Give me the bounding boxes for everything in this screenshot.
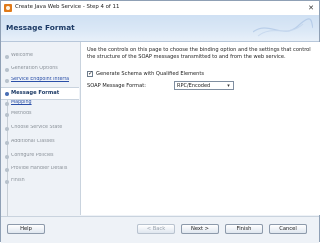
step-dot-icon (5, 102, 9, 106)
schema-checkbox[interactable]: ✓ (87, 69, 94, 77)
message-format-value: RPC/Encoded (177, 83, 211, 89)
message-format-label: SOAP Message Format: (87, 83, 146, 89)
nav-step-label: Additional Classes (11, 139, 55, 144)
title-bar: Create Java Web Service - Step 4 of 11 ✕ (1, 1, 319, 16)
nav-step-item: Methods (1, 110, 79, 120)
header-swirl-graphic (253, 18, 313, 37)
nav-step-label[interactable]: Service Endpoint Interfa (11, 77, 78, 82)
nav-step-item: Choose Service State (1, 124, 79, 134)
step-dot-icon (5, 55, 9, 59)
window-title: Create Java Web Service - Step 4 of 11 (15, 4, 120, 10)
step-dot-icon (5, 180, 9, 184)
step-dot-icon (5, 155, 9, 159)
button-bar: Help < Back Next > Finish Cancel (1, 216, 319, 243)
nav-step-item: Finish (1, 177, 79, 187)
cancel-button[interactable]: Cancel (269, 224, 307, 234)
step-dot-icon (5, 141, 9, 145)
nav-step-label: Finish (11, 178, 25, 183)
step-dot-icon (5, 113, 9, 117)
nav-step-label[interactable]: Mapping (11, 100, 78, 105)
nav-step-label: Provide Handler Details (11, 166, 68, 171)
nav-step-label[interactable]: Message Format (11, 90, 78, 96)
nav-step-item[interactable]: Service Endpoint Interfa (1, 76, 79, 86)
wizard-steps-nav: Welcome Generation Options Service Endpoin… (1, 42, 79, 223)
page-description: Use the controls on this page to choose … (87, 47, 311, 61)
nav-step-item[interactable]: Mapping (1, 99, 79, 109)
schema-checkbox-label[interactable]: Generate Schema with Qualified Elements (96, 71, 204, 77)
back-button[interactable]: < Back (137, 224, 175, 234)
finish-button[interactable]: Finish (225, 224, 263, 234)
next-button[interactable]: Next > (181, 224, 219, 234)
message-format-select[interactable]: RPC/Encoded ▾ (174, 81, 234, 90)
nav-step-label: Welcome (11, 53, 33, 58)
nav-step-item: Provide Handler Details (1, 165, 79, 175)
app-icon (4, 4, 12, 12)
nav-step-label: Generation Options (11, 66, 58, 71)
page-title: Message Format (6, 23, 75, 32)
step-dot-icon (5, 127, 9, 131)
checkmark-icon: ✓ (88, 69, 94, 77)
page-header: Message Format (1, 15, 319, 42)
nav-step-item: Additional Classes (1, 138, 79, 148)
step-dot-icon (5, 79, 9, 83)
content-panel: Use the controls on this page to choose … (80, 42, 320, 215)
nav-step-label: Configure Policies (11, 153, 54, 158)
step-dot-icon (5, 68, 9, 72)
wizard-window: Create Java Web Service - Step 4 of 11 ✕… (0, 0, 320, 243)
nav-step-item: Welcome (1, 52, 79, 62)
nav-step-label: Choose Service State (11, 125, 63, 130)
chevron-down-icon[interactable]: ▾ (225, 83, 232, 89)
help-button[interactable]: Help (7, 224, 45, 234)
step-dot-icon (5, 92, 9, 96)
nav-step-item: Generation Options (1, 65, 79, 75)
close-icon[interactable]: ✕ (307, 4, 315, 12)
step-dot-icon (5, 168, 9, 172)
nav-step-item: Configure Policies (1, 152, 79, 162)
nav-step-label: Methods (11, 111, 32, 116)
